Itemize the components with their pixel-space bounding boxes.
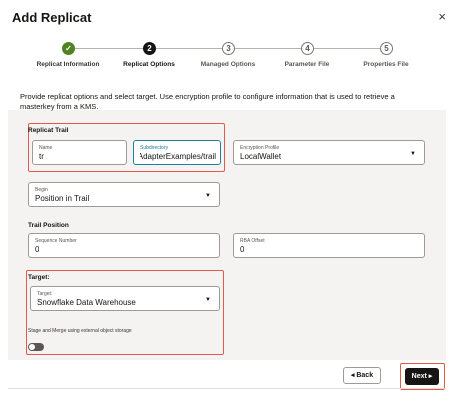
step-connector [156, 48, 226, 49]
step-3-dot[interactable]: 3 [222, 42, 235, 55]
step-2-dot[interactable]: 2 [143, 42, 156, 55]
dialog-body: ✓ 2 3 4 5 Replicat Information Replicat … [8, 30, 446, 360]
step-connector [235, 48, 305, 49]
begin-label: Begin [35, 187, 48, 193]
chevron-down-icon[interactable]: ▼ [410, 151, 416, 157]
name-value[interactable]: tr [39, 152, 44, 161]
rba-offset-value[interactable]: 0 [240, 245, 244, 254]
begin-value: Position in Trail [35, 194, 90, 203]
close-icon[interactable]: × [438, 10, 446, 23]
name-label: Name [39, 145, 53, 151]
step-4-dot[interactable]: 4 [301, 42, 314, 55]
encryption-profile-select[interactable]: Encryption Profile LocalWallet ▼ [233, 140, 425, 165]
begin-select[interactable]: Begin Position in Trail ▼ [28, 182, 220, 207]
back-button[interactable]: ◂ Back [343, 367, 381, 384]
stage-merge-toggle[interactable] [28, 343, 44, 351]
target-label: Target: [37, 291, 53, 297]
step-3-label[interactable]: Managed Options [201, 61, 256, 68]
step-connector [75, 48, 147, 49]
target-heading: Target: [28, 274, 50, 281]
sequence-number-field[interactable]: Sequence Number 0 [28, 233, 220, 258]
replicat-trail-heading: Replicat Trail [28, 127, 69, 134]
step-4-label[interactable]: Parameter File [285, 61, 330, 68]
step-connector [314, 48, 384, 49]
trail-position-heading: Trail Position [28, 222, 69, 229]
chevron-down-icon[interactable]: ▼ [205, 193, 211, 199]
encryption-profile-value: LocalWallet [240, 152, 282, 161]
stage-merge-label: Stage and Merge using external object st… [28, 328, 132, 334]
target-select[interactable]: Target: Snowflake Data Warehouse ▼ [30, 286, 220, 311]
step-2-label[interactable]: Replicat Options [123, 61, 175, 68]
dialog-title: Add Replicat [12, 10, 92, 25]
target-highlight [26, 270, 224, 355]
subdirectory-label: Subdirectory [140, 145, 169, 151]
footer-divider [8, 388, 446, 389]
encryption-profile-label: Encryption Profile [240, 145, 280, 151]
target-value: Snowflake Data Warehouse [37, 298, 136, 307]
step-5-dot[interactable]: 5 [380, 42, 393, 55]
rba-offset-field[interactable]: RBA Offset 0 [233, 233, 425, 258]
subdirectory-value[interactable]: AdapterExamples/trail/ [140, 152, 216, 161]
subdirectory-field[interactable]: Subdirectory AdapterExamples/trail/ [133, 140, 221, 165]
sequence-number-label: Sequence Number [35, 238, 77, 244]
next-button[interactable]: Next ▸ [405, 368, 439, 385]
step-1-label[interactable]: Replicat Information [37, 61, 100, 68]
rba-offset-label: RBA Offset [240, 238, 265, 244]
sequence-number-value[interactable]: 0 [35, 245, 39, 254]
chevron-down-icon[interactable]: ▼ [205, 297, 211, 303]
step-5-label[interactable]: Properties File [363, 61, 408, 68]
name-field[interactable]: Name tr [32, 140, 127, 165]
toggle-knob [29, 344, 35, 350]
step-1-check-icon[interactable]: ✓ [62, 42, 75, 55]
description-text: Provide replicat options and select targ… [20, 92, 395, 111]
